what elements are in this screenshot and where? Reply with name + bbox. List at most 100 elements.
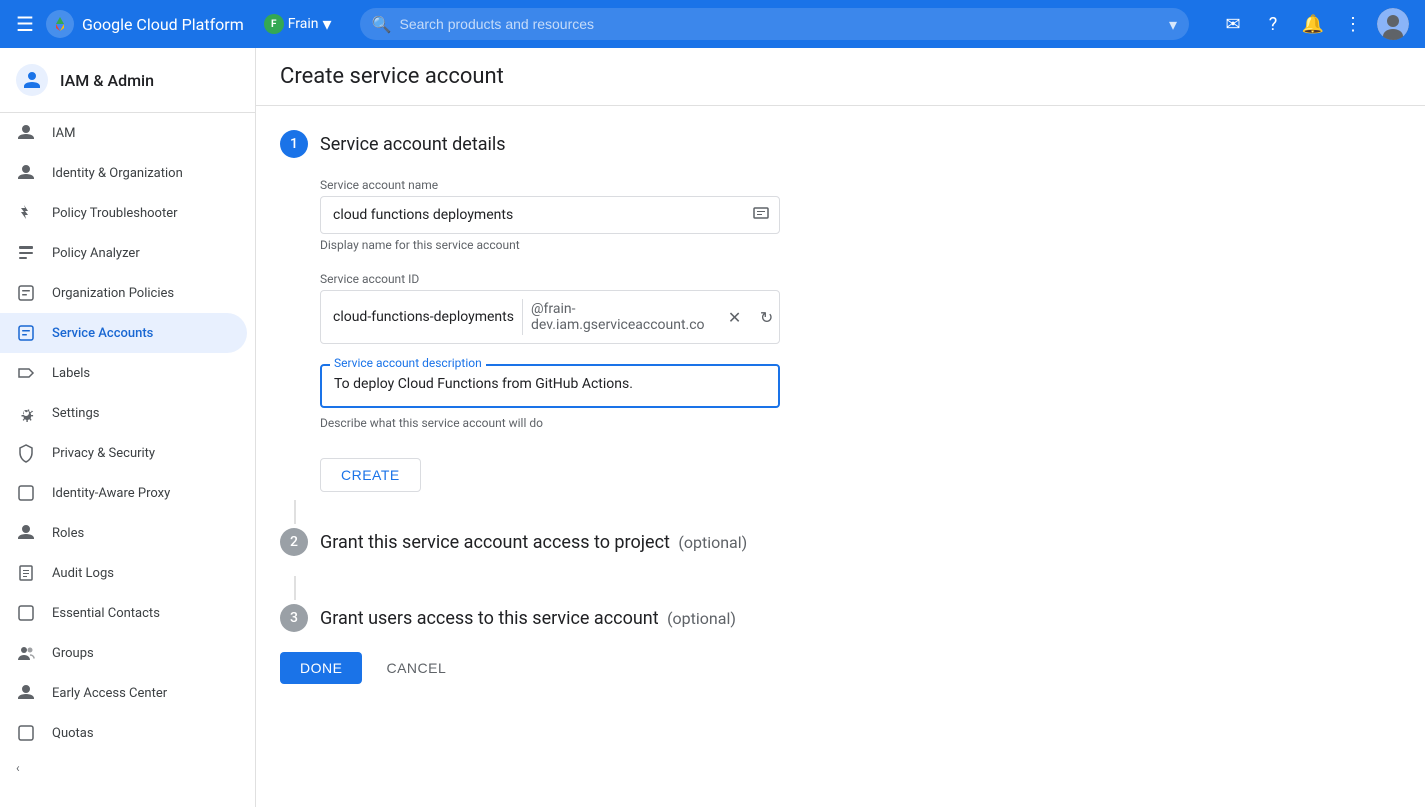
topbar: ☰ Google Cloud Platform F Frain ▾ 🔍 ▾ ✉ … [0,0,1425,48]
iam-icon [16,123,36,143]
sidebar-item-early-access-label: Early Access Center [52,686,167,701]
name-input[interactable] [321,197,743,233]
step-3-subtitle: (optional) [667,609,736,628]
sidebar-item-identity-aware-proxy-label: Identity-Aware Proxy [52,486,170,501]
project-chevron-icon: ▾ [323,14,332,35]
project-selector[interactable]: F Frain ▾ [264,14,332,35]
name-field-icon [743,203,779,228]
sidebar-item-early-access[interactable]: Early Access Center [0,673,247,713]
sidebar-item-roles-label: Roles [52,526,84,541]
sidebar-item-service-accounts[interactable]: Service Accounts [0,313,247,353]
step-1: 1 Service account details Service accoun… [280,130,1092,500]
avatar-image [1377,8,1409,40]
sidebar-item-audit-logs[interactable]: Audit Logs [0,553,247,593]
id-refresh-button[interactable]: ↻ [753,303,781,331]
step-divider-1-2 [294,500,296,524]
sidebar-item-org-policies-label: Organization Policies [52,286,174,301]
step-2-title: Grant this service account access to pro… [320,532,747,553]
sidebar-item-labels[interactable]: Labels [0,353,247,393]
page-title: Create service account [280,64,1401,89]
sidebar: IAM & Admin IAM Identity & Organization … [0,48,256,807]
id-domain: @frain-dev.iam.gserviceaccount.co [523,291,713,343]
page-header: Create service account [256,48,1425,106]
step-3-number: 3 [280,604,308,632]
help-button[interactable]: ? [1257,8,1289,40]
sidebar-item-quotas[interactable]: Quotas [0,713,247,753]
sidebar-item-settings[interactable]: Settings [0,393,247,433]
sidebar-item-org-policies[interactable]: Organization Policies [0,273,247,313]
step-2-number: 2 [280,528,308,556]
sidebar-item-quotas-label: Quotas [52,726,94,741]
policy-analyzer-icon [16,243,36,263]
sidebar-item-policy-analyzer[interactable]: Policy Analyzer [0,233,247,273]
step-2-header: 2 Grant this service account access to p… [280,528,1092,556]
identity-org-icon [16,163,36,183]
privacy-security-icon [16,443,36,463]
sidebar-item-groups[interactable]: Groups [0,633,247,673]
topbar-actions: ✉ ? 🔔 ⋮ [1217,8,1409,40]
step-1-number: 1 [280,130,308,158]
create-button[interactable]: CREATE [320,458,421,492]
sidebar-item-identity-aware-proxy[interactable]: Identity-Aware Proxy [0,473,247,513]
name-group: Service account name Display name for th… [320,178,1092,252]
name-label: Service account name [320,178,1092,192]
sidebar-item-privacy-security[interactable]: Privacy & Security [0,433,247,473]
sidebar-item-identity-org-label: Identity & Organization [52,166,183,181]
app-logo: Google Cloud Platform [46,10,244,38]
email-button[interactable]: ✉ [1217,8,1249,40]
step-2: 2 Grant this service account access to p… [280,528,1092,556]
description-floating-label: Service account description [330,356,486,370]
step-1-form: Service account name Display name for th… [320,178,1092,500]
audit-logs-icon [16,563,36,583]
sidebar-item-roles[interactable]: Roles [0,513,247,553]
sidebar-item-service-accounts-label: Service Accounts [52,326,153,341]
notifications-button[interactable]: 🔔 [1297,8,1329,40]
sidebar-item-policy-analyzer-label: Policy Analyzer [52,246,140,261]
sidebar-item-iam[interactable]: IAM [0,113,247,153]
roles-icon [16,523,36,543]
search-bar[interactable]: 🔍 ▾ [360,8,1189,40]
gcp-logo-icon [46,10,74,38]
description-hint: Describe what this service account will … [320,416,1092,430]
id-group: Service account ID cloud-functions-deplo… [320,272,1092,344]
sidebar-item-audit-logs-label: Audit Logs [52,566,114,581]
service-accounts-icon [16,323,36,343]
sidebar-header: IAM & Admin [0,48,255,113]
sidebar-item-essential-contacts[interactable]: Essential Contacts [0,593,247,633]
sidebar-item-labels-label: Labels [52,366,90,381]
step-1-title: Service account details [320,134,506,155]
content-area: 1 Service account details Service accoun… [256,106,1116,708]
main-content: Create service account 1 Service account… [256,48,1425,807]
step-2-subtitle: (optional) [678,533,747,552]
description-input[interactable]: To deploy Cloud Functions from GitHub Ac… [320,364,780,408]
policy-troubleshooter-icon [16,203,36,223]
avatar[interactable] [1377,8,1409,40]
sidebar-item-identity-org[interactable]: Identity & Organization [0,153,247,193]
name-field-container [320,196,780,234]
more-button[interactable]: ⋮ [1337,8,1369,40]
name-hint: Display name for this service account [320,238,1092,252]
id-clear-button[interactable]: ✕ [721,303,749,331]
search-expand-icon: ▾ [1169,15,1177,34]
org-policies-icon [16,283,36,303]
id-prefix: cloud-functions-deployments [321,299,523,335]
sidebar-collapse-button[interactable]: ‹ [0,753,255,783]
app-name: Google Cloud Platform [82,15,244,34]
sidebar-item-policy-troubleshooter[interactable]: Policy Troubleshooter [0,193,247,233]
step-3-header: 3 Grant users access to this service acc… [280,604,1092,632]
description-field-container: Service account description To deploy Cl… [320,364,780,412]
quotas-icon [16,723,36,743]
sidebar-item-iam-label: IAM [52,126,75,141]
done-button[interactable]: DONE [280,652,362,684]
search-input[interactable] [399,16,1156,32]
cancel-button[interactable]: CANCEL [370,652,462,684]
sidebar-item-policy-troubleshooter-label: Policy Troubleshooter [52,206,178,221]
sidebar-item-groups-label: Groups [52,646,94,661]
collapse-icon: ‹ [16,761,20,775]
step-1-header: 1 Service account details [280,130,1092,158]
identity-aware-proxy-icon [16,483,36,503]
settings-icon [16,403,36,423]
menu-icon[interactable]: ☰ [16,12,34,36]
project-name: Frain [288,16,319,32]
id-label: Service account ID [320,272,1092,286]
